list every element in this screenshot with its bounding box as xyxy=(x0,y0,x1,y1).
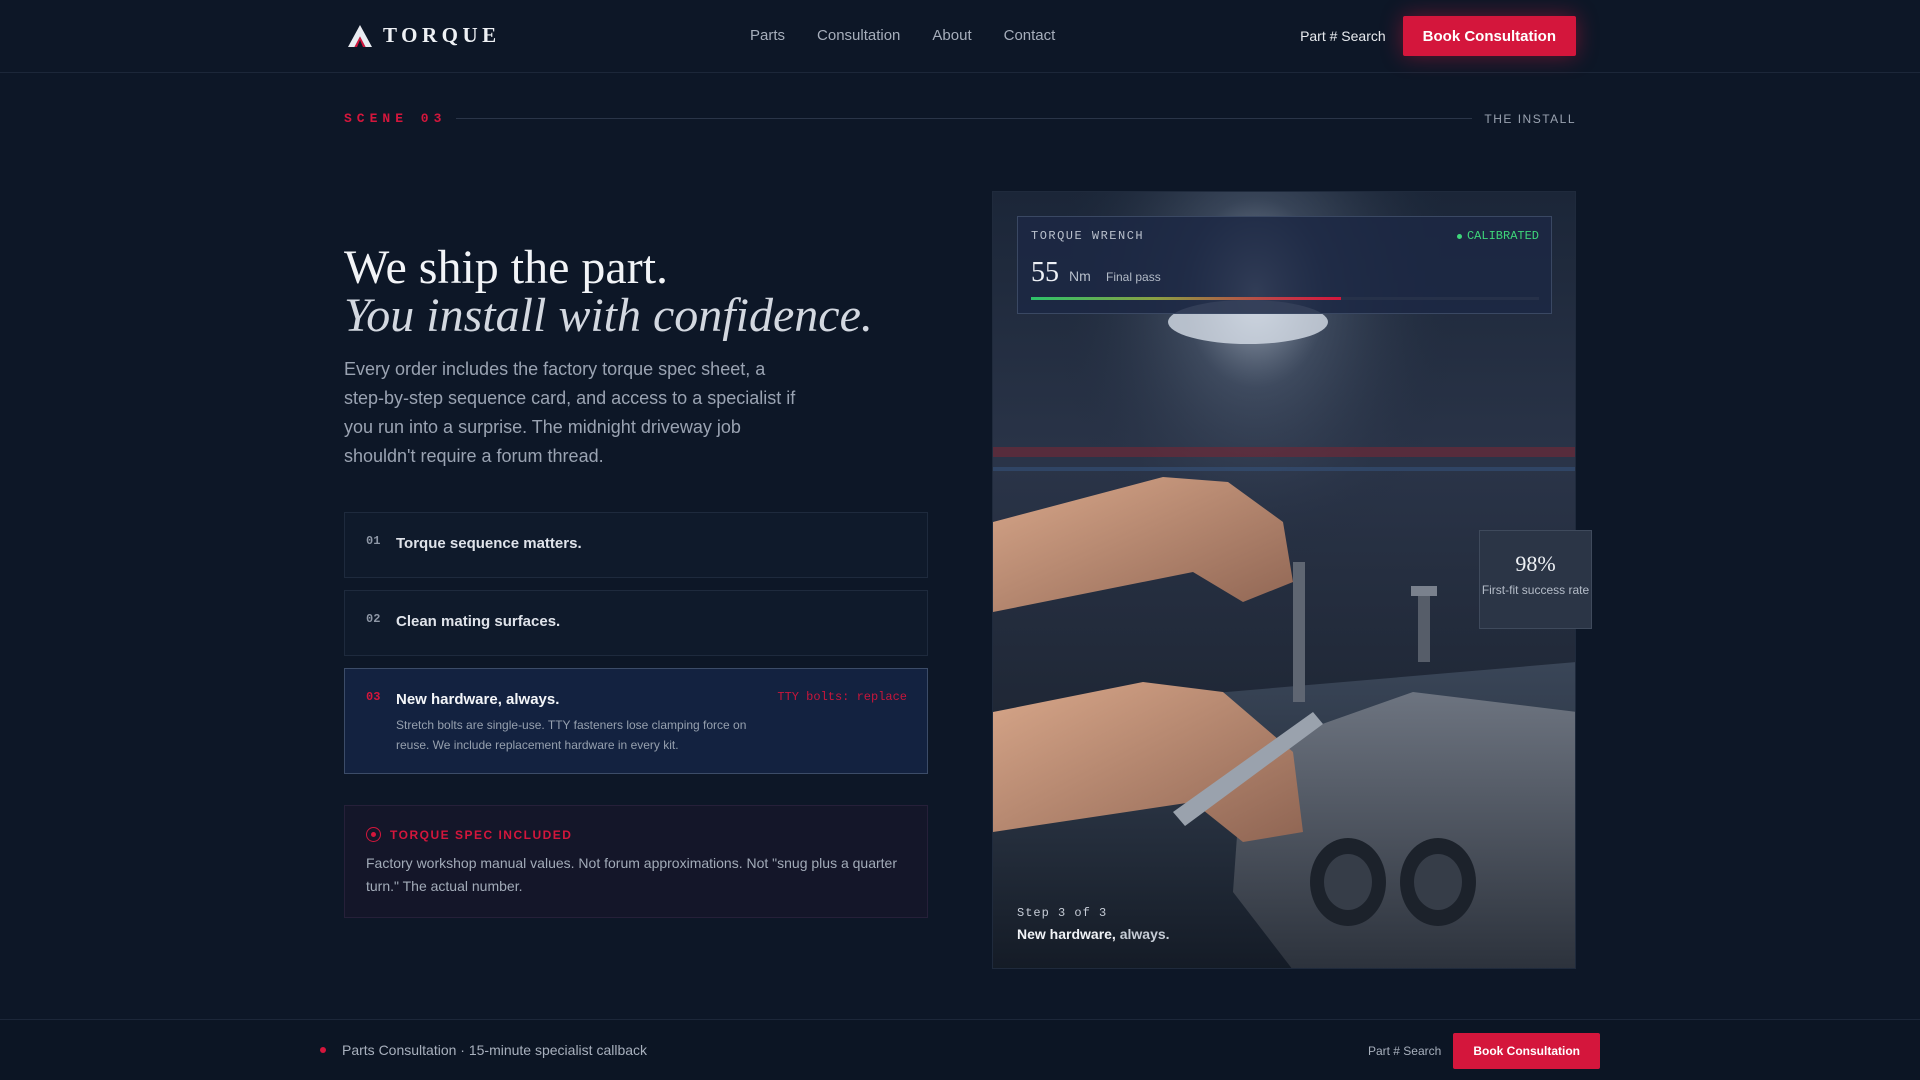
scene-label: SCENE 03 xyxy=(344,111,447,126)
footer-text: Parts Consultation · 15-minute specialis… xyxy=(342,1042,648,1058)
torque-unit: Nm xyxy=(1069,268,1091,284)
header-actions: Part # Search Book Consultation xyxy=(1300,16,1576,56)
wrench-label: TORQUE WRENCH xyxy=(1031,229,1145,243)
spec-header: TORQUE SPEC INCLUDED xyxy=(366,827,572,842)
success-rate-card: 98% First-fit success rate xyxy=(1479,530,1592,629)
success-rate-label: First-fit success rate xyxy=(1481,583,1590,597)
brand[interactable]: TORQUE xyxy=(347,23,501,48)
step-number: 02 xyxy=(366,612,381,626)
scene-bar: SCENE 03 THE INSTALL xyxy=(344,111,1576,127)
step-title: Torque sequence matters. xyxy=(396,535,582,552)
nav-parts[interactable]: Parts xyxy=(750,27,785,44)
success-rate-value: 98% xyxy=(1515,551,1556,576)
step-title: Clean mating surfaces. xyxy=(396,613,561,630)
hero-headline: We ship the part. You install with confi… xyxy=(344,244,873,340)
torque-wrench-readout: TORQUE WRENCH CALIBRATED 55 Nm Final pas… xyxy=(1017,216,1552,314)
status-text: CALIBRATED xyxy=(1466,229,1539,243)
caption-title-rest: always. xyxy=(1115,926,1170,942)
step-item-03[interactable]: 03 New hardware, always. Stretch bolts a… xyxy=(344,668,928,774)
target-icon xyxy=(366,827,381,842)
scene-divider xyxy=(456,118,1472,119)
scene-title: THE INSTALL xyxy=(1484,112,1576,126)
step-item-01[interactable]: 01 Torque sequence matters. xyxy=(344,512,928,578)
headline-line-1: We ship the part. xyxy=(344,241,669,294)
book-consultation-button[interactable]: Book Consultation xyxy=(1402,16,1576,56)
pass-note: Final pass xyxy=(1106,270,1161,284)
footer-actions: Part # Search Book Consultation xyxy=(1368,1033,1600,1069)
calibrated-status: CALIBRATED xyxy=(1456,229,1539,243)
torque-progress-fill xyxy=(1031,297,1341,300)
step-number: 01 xyxy=(366,534,381,548)
footer-part-search-link[interactable]: Part # Search xyxy=(1368,1044,1441,1058)
step-title: New hardware, always. xyxy=(396,691,560,708)
caption-title-bold: New hardware, xyxy=(1017,926,1116,942)
nav-about[interactable]: About xyxy=(932,27,971,44)
step-number: 03 xyxy=(366,690,381,704)
live-dot-icon xyxy=(320,1047,326,1053)
install-steps-list: 01 Torque sequence matters. 02 Clean mat… xyxy=(344,512,928,786)
hero-intro: Every order includes the factory torque … xyxy=(344,359,796,466)
step-description: Stretch bolts are single-use. TTY fasten… xyxy=(396,718,747,752)
status-dot-icon xyxy=(1456,233,1462,239)
torque-value: 55 xyxy=(1031,257,1059,288)
nav-consultation[interactable]: Consultation xyxy=(817,27,900,44)
part-search-link[interactable]: Part # Search xyxy=(1300,28,1386,44)
caption-title: New hardware, always. xyxy=(1017,926,1170,942)
step-item-02[interactable]: 02 Clean mating surfaces. xyxy=(344,590,928,656)
triangle-a-logo-icon xyxy=(348,24,372,47)
footer-book-consultation-button[interactable]: Book Consultation xyxy=(1453,1033,1600,1069)
brand-name: TORQUE xyxy=(383,23,501,47)
nav-contact[interactable]: Contact xyxy=(1004,27,1056,44)
headline-line-2: You install with confidence. xyxy=(344,289,873,342)
spec-text: Factory workshop manual values. Not foru… xyxy=(366,855,897,894)
sticky-footer-bar: Parts Consultation · 15-minute specialis… xyxy=(0,1019,1920,1080)
top-nav-bar: TORQUE Parts Consultation About Contact … xyxy=(0,0,1920,73)
step-tag: TTY bolts: replace xyxy=(777,690,907,704)
spec-title: TORQUE SPEC INCLUDED xyxy=(390,827,573,842)
main-nav: Parts Consultation About Contact xyxy=(750,27,1055,44)
torque-progress-track xyxy=(1031,297,1539,300)
caption-step: Step 3 of 3 xyxy=(1017,906,1108,920)
torque-spec-callout: TORQUE SPEC INCLUDED Factory workshop ma… xyxy=(344,805,928,918)
